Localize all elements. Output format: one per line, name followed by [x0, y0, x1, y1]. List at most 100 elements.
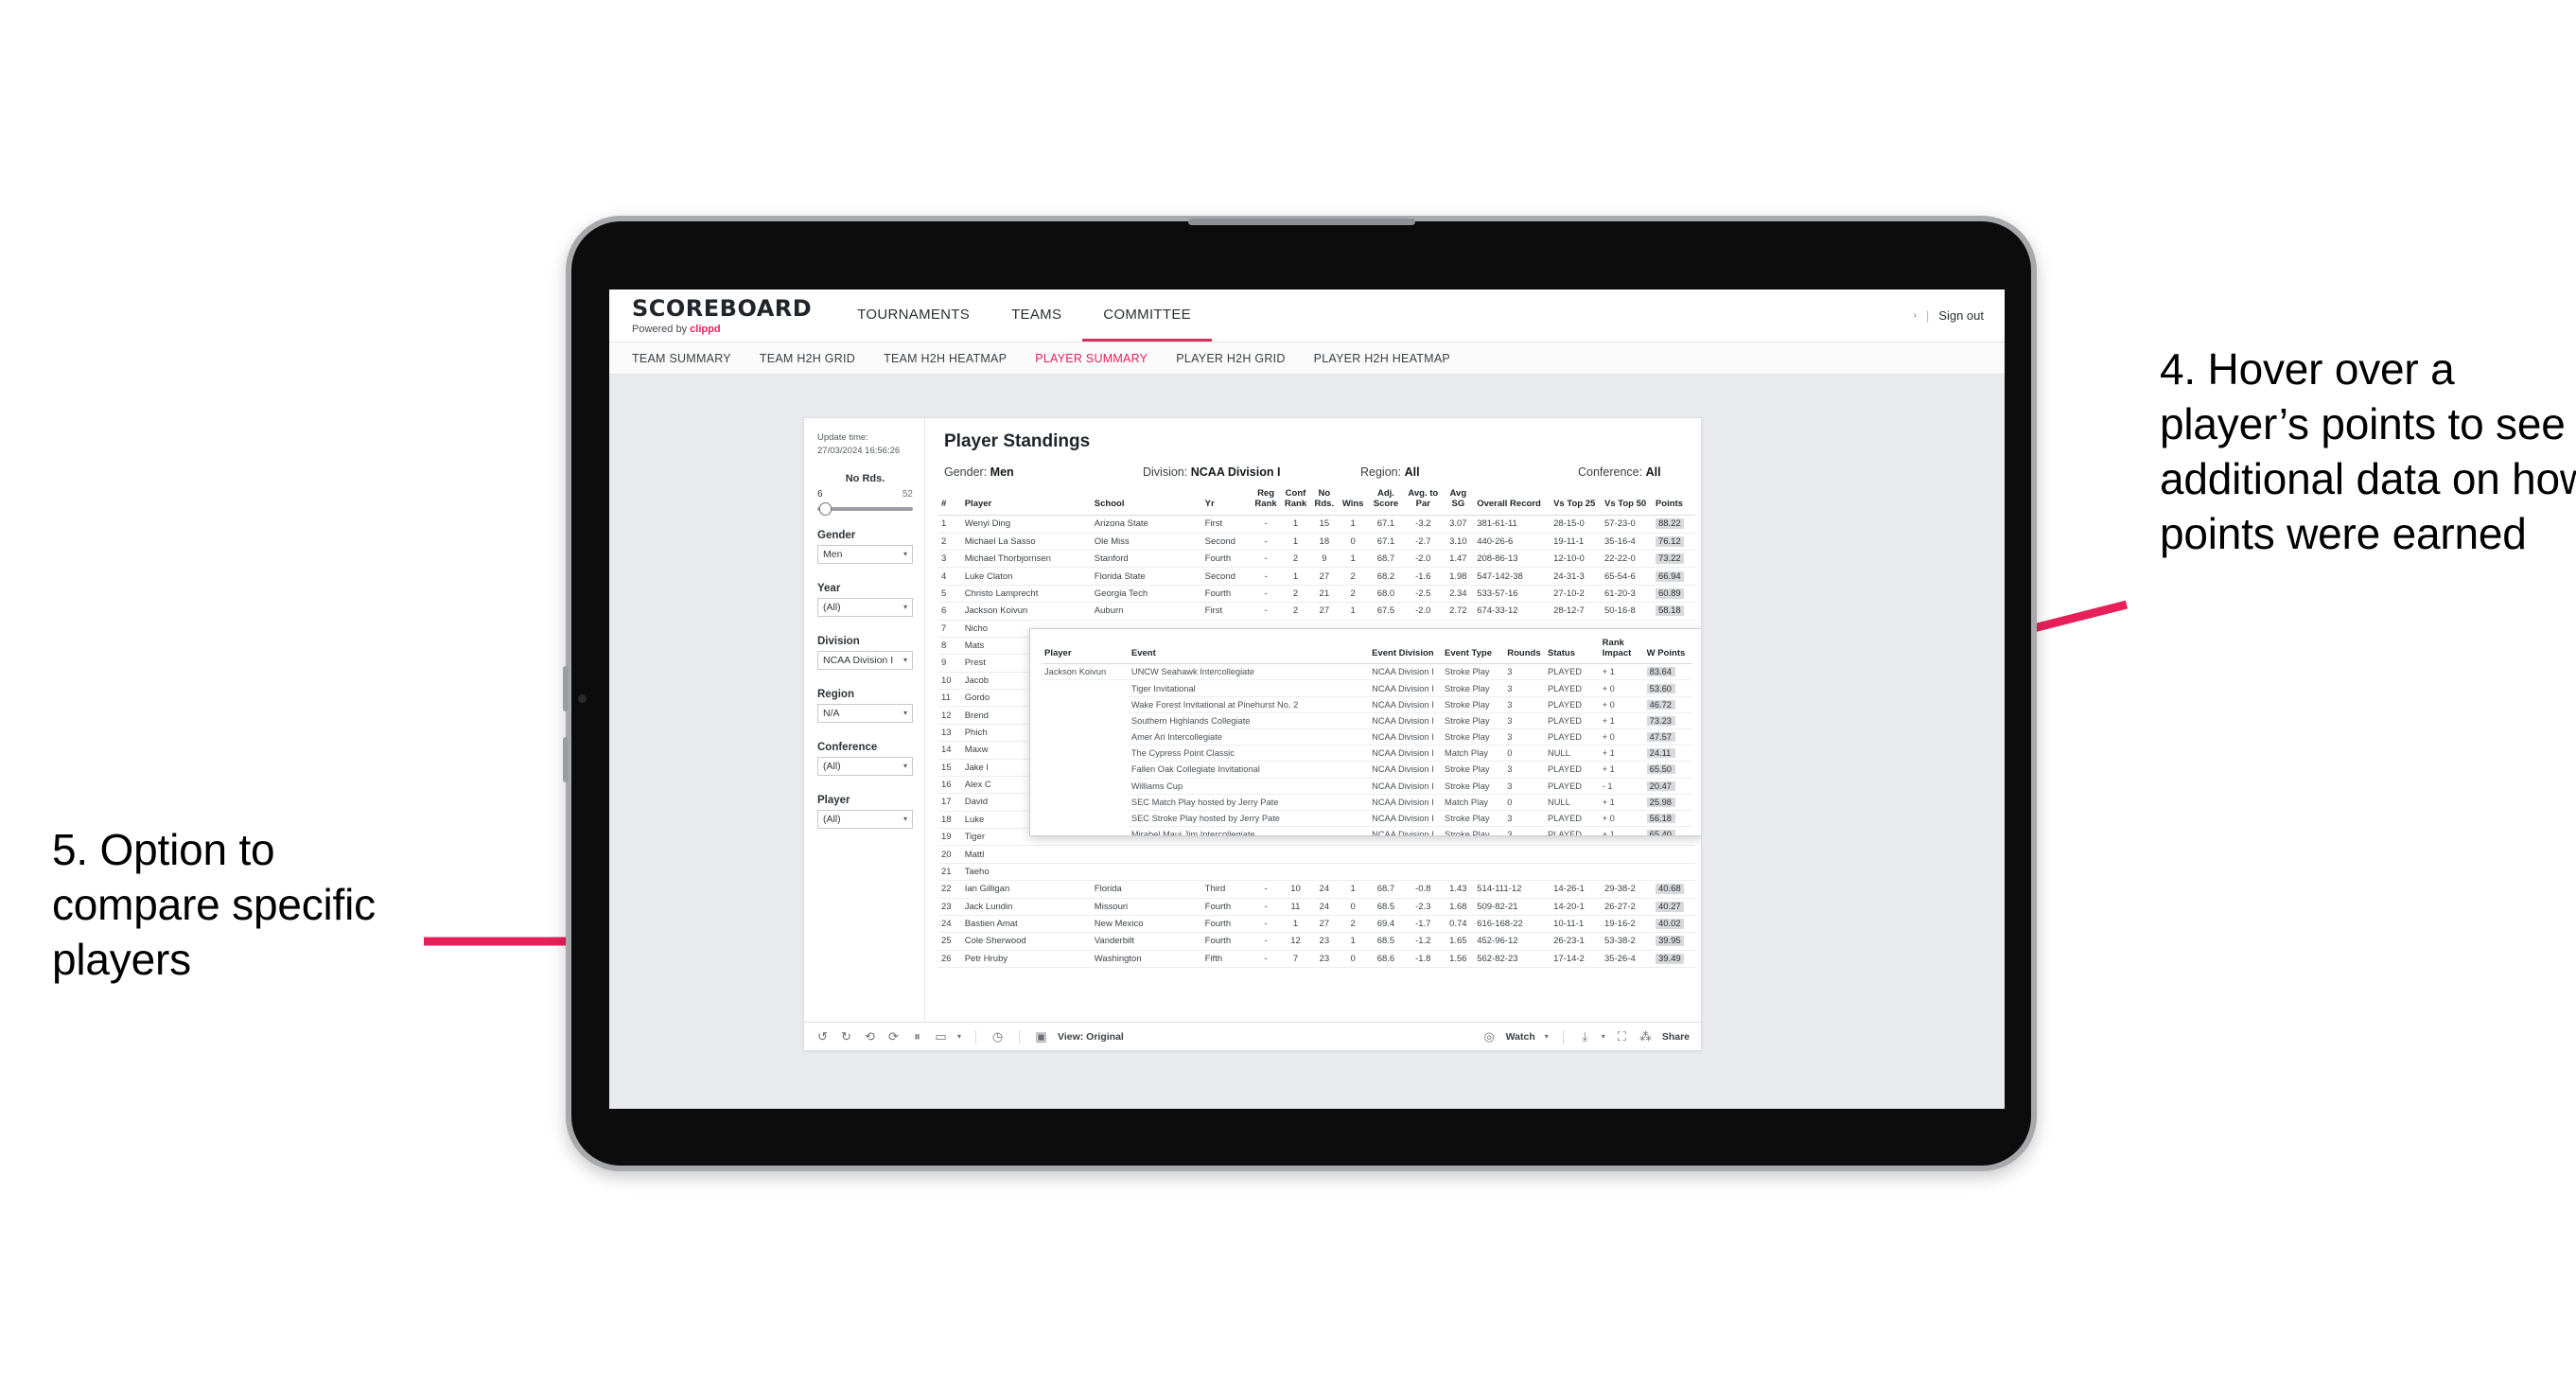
col-no-rds[interactable]: No Rds. [1310, 486, 1339, 517]
col-points[interactable]: Points [1652, 486, 1695, 517]
col-adj-score[interactable]: Adj. Score [1367, 486, 1405, 517]
points-badge[interactable]: 66.94 [1655, 570, 1684, 582]
nav-tab-committee[interactable]: COMMITTEE [1082, 289, 1212, 342]
chevron-down-icon[interactable]: ▾ [957, 1032, 961, 1041]
brand-sub-name: clippd [690, 323, 721, 335]
slider-handle[interactable] [819, 501, 832, 516]
redo-icon[interactable]: ↻ [839, 1029, 853, 1044]
undo-icon[interactable]: ↺ [815, 1029, 830, 1044]
filter-division-select[interactable]: NCAA Division I ▾ [817, 650, 913, 670]
subtab-team-h2h-grid[interactable]: TEAM H2H GRID [760, 352, 855, 365]
revert-icon[interactable]: ⟲ [863, 1029, 877, 1044]
points-badge[interactable]: 40.27 [1655, 901, 1684, 912]
watch-label[interactable]: Watch [1506, 1031, 1535, 1043]
cell-event-division: NCAA Division I [1369, 826, 1443, 835]
w-points-badge: 56.18 [1646, 814, 1675, 824]
points-badge[interactable]: 40.02 [1655, 919, 1684, 930]
points-badge[interactable]: 39.49 [1655, 953, 1684, 964]
filter-region-select[interactable]: N/A ▾ [817, 703, 913, 723]
col-player[interactable]: Player [961, 486, 1092, 517]
share-label[interactable]: Share [1662, 1031, 1690, 1043]
col-avg-sg[interactable]: Avg SG [1442, 486, 1475, 517]
table-row[interactable]: 4 Luke Claton Florida State Second -1 27 2 68.2… [938, 567, 1695, 586]
cell-cr: 11 [1280, 898, 1311, 916]
filter-gender-select[interactable]: Men ▾ [817, 544, 913, 564]
chevron-right-icon[interactable]: › [1914, 310, 1917, 321]
points-badge[interactable]: 60.89 [1655, 588, 1684, 599]
col-overall-rec[interactable]: Overall Record [1474, 486, 1551, 517]
cell-sg: 0.74 [1442, 915, 1475, 934]
subtab-team-h2h-heatmap[interactable]: TEAM H2H HEATMAP [884, 352, 1007, 365]
col-wins[interactable]: Wins [1338, 486, 1368, 517]
table-row[interactable]: 1 Wenyi Ding Arizona State First -1 15 1 67.1 -3… [938, 515, 1695, 534]
standings-table-wrap[interactable]: # Player School Yr Reg Rank Conf Rank No… [925, 486, 1701, 1022]
cell-sg: 1.98 [1442, 567, 1475, 586]
subtab-player-summary[interactable]: PLAYER SUMMARY [1035, 352, 1148, 365]
download-icon[interactable]: ⤓ [1578, 1029, 1592, 1044]
table-row[interactable]: 23 Jack Lundin Missouri Fourth -11 24 0 68.5 -2.… [938, 898, 1695, 916]
col-school[interactable]: School [1091, 486, 1202, 517]
cell-atp: -2.3 [1404, 898, 1443, 916]
subtab-player-h2h-grid[interactable]: PLAYER H2H GRID [1176, 352, 1285, 365]
table-row[interactable]: 2 Michael La Sasso Ole Miss Second -1 18 0 67.1… [938, 533, 1695, 552]
col-rank[interactable]: # [938, 486, 962, 517]
table-row[interactable]: 20 Mattl [938, 845, 1695, 864]
brand-logo[interactable]: SCOREBOARD Powered by clippd [609, 289, 836, 342]
device-volume-up-button[interactable] [563, 666, 569, 711]
filter-conference-select[interactable]: (All) ▾ [817, 756, 913, 776]
chevron-down-icon[interactable]: ▾ [1602, 1032, 1605, 1041]
cell-play: Jack Lundin [961, 898, 1092, 916]
points-badge[interactable]: 73.22 [1655, 553, 1684, 565]
cell-t25: 28-12-7 [1551, 602, 1603, 621]
table-row[interactable]: 21 Taeho [938, 863, 1695, 882]
nav-tab-tournaments[interactable]: TOURNAMENTS [836, 289, 990, 342]
table-row[interactable]: 24 Bastien Amat New Mexico Fourth -1 27 2 69.4-… [938, 915, 1695, 934]
col-reg-rank[interactable]: Reg Rank [1251, 486, 1281, 517]
cell-rr: - [1251, 533, 1281, 552]
table-row[interactable]: 3 Michael Thorbjornsen Stanford Fourth -2 9 1 6… [938, 550, 1695, 569]
view-label[interactable]: View: Original [1058, 1031, 1124, 1043]
view-icon[interactable]: ▣ [1034, 1029, 1048, 1044]
no-rounds-slider[interactable] [817, 501, 913, 516]
cell-rounds: 3 [1504, 679, 1545, 697]
filter-player-select[interactable]: (All) ▾ [817, 809, 913, 829]
cell-num: 11 [938, 689, 962, 708]
cell-t50: 35-26-4 [1602, 950, 1653, 969]
sign-out-link[interactable]: Sign out [1938, 308, 1984, 323]
points-badge[interactable]: 39.95 [1655, 936, 1684, 947]
col-year[interactable]: Yr [1201, 486, 1252, 517]
col-conf-rank[interactable]: Conf Rank [1280, 486, 1311, 517]
history-icon[interactable]: ◷ [990, 1029, 1005, 1044]
filter-no-rounds: No Rds. 6 52 [817, 473, 913, 516]
fullscreen-icon[interactable]: ⛶ [1615, 1029, 1629, 1044]
table-row[interactable]: 26 Petr Hruby Washington Fifth -7 23 0 68.6 -1.8… [938, 950, 1695, 969]
pause-updates-icon[interactable]: ⏸ [910, 1029, 924, 1044]
points-badge[interactable]: 88.22 [1655, 518, 1684, 530]
points-badge[interactable]: 76.12 [1655, 535, 1684, 547]
filter-year-select[interactable]: (All) ▾ [817, 597, 913, 617]
table-row[interactable]: 5 Christo Lamprecht Georgia Tech Fourth -2 21… [938, 585, 1695, 604]
cell-w-points: 47.57 [1643, 728, 1692, 746]
subtab-team-summary[interactable]: TEAM SUMMARY [632, 352, 731, 365]
device-volume-down-button[interactable] [563, 737, 569, 782]
highlight-icon[interactable]: ▭ [934, 1029, 948, 1044]
subtab-player-h2h-heatmap[interactable]: PLAYER H2H HEATMAP [1314, 352, 1450, 365]
cell-nr: 18 [1310, 533, 1339, 552]
share-icon[interactable]: ⁂ [1638, 1029, 1653, 1044]
col-avg-to-par[interactable]: Avg. to Par [1404, 486, 1443, 517]
filter-player-label: Player [817, 794, 850, 806]
chevron-down-icon[interactable]: ▾ [1545, 1032, 1549, 1041]
cell-event: Mirabel Maui Jim Intercollegiate [1128, 826, 1370, 835]
refresh-icon[interactable]: ⟳ [886, 1029, 901, 1044]
watch-icon[interactable]: ◎ [1482, 1029, 1497, 1044]
points-badge[interactable]: 58.18 [1655, 605, 1684, 617]
brand-sub-prefix: Powered by [632, 323, 688, 335]
points-badge[interactable]: 40.68 [1655, 884, 1684, 895]
table-row[interactable]: 25 Cole Sherwood Vanderbilt Fourth -12 23 1 68.… [938, 932, 1695, 951]
col-vs-top-50[interactable]: Vs Top 50 [1602, 486, 1653, 517]
col-vs-top-25[interactable]: Vs Top 25 [1551, 486, 1603, 517]
table-row[interactable]: 6 Jackson Koivun Auburn First -2 27 1 67.5 -2.0 2… [938, 602, 1695, 621]
table-row[interactable]: 22 Ian Gilligan Florida Third -10 24 1 68.7 -0.8… [938, 880, 1695, 899]
cell-points: 58.18 [1652, 602, 1695, 621]
nav-tab-teams[interactable]: TEAMS [990, 289, 1082, 342]
